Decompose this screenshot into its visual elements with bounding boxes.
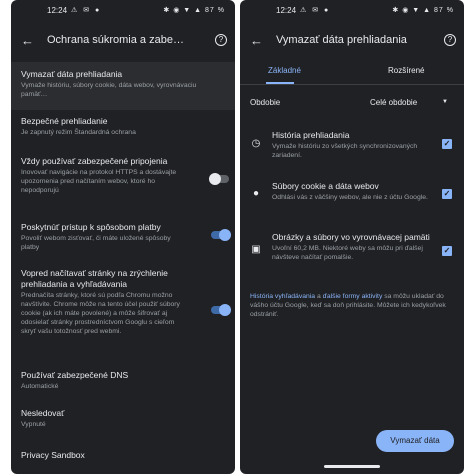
page-title: Ochrana súkromia a zabe… [47,34,184,46]
tab-advanced[interactable]: Rozšírené [388,66,424,75]
dropdown-caret-icon[interactable]: ▼ [442,99,448,105]
setting-subtitle: Vypnuté [21,421,46,428]
clear-browsing-data-screen: 12:24 ⚠ ✉ ● ✱ ◉ ▼ ▲ 87 % ← Vymazať dáta … [240,0,464,474]
privacy-settings-screen: 12:24 ⚠ ✉ ● ✱ ◉ ▼ ▲ 87 % ← Ochrana súkro… [11,0,235,474]
status-time: 12:24 [276,6,297,15]
setting-title: Vždy používať zabezpečené pripojenia [21,156,168,166]
system-icons: ✱ ◉ ▼ ▲ 87 % [163,7,225,14]
cookie-icon: ● [252,188,260,199]
app-bar: ← Ochrana súkromia a zabe… ? [11,30,235,54]
help-icon[interactable]: ? [215,34,227,46]
option-browsing-history[interactable]: História prehliadania Vymaže históriu zo… [272,130,434,160]
time-range-label: Obdobie [250,98,281,107]
status-bar: 12:24 ⚠ ✉ ● ✱ ◉ ▼ ▲ 87 % [240,4,464,18]
other-activity-link[interactable]: ďalšie formy aktivity [323,293,383,300]
setting-clear-browsing-data[interactable]: Vymazať dáta prehliadania Vymaže históri… [11,62,235,110]
setting-title: Bezpečné prehliadanie [21,116,108,126]
option-title: Obrázky a súbory vo vyrovnávacej pamäti [272,232,430,242]
setting-title: Používať zabezpečené DNS [21,370,129,380]
back-arrow-icon[interactable]: ← [250,33,263,48]
app-bar: ← Vymazať dáta prehliadania ? [240,30,464,54]
activity-notice: História vyhľadávania a ďalšie formy akt… [250,292,454,319]
setting-https-only[interactable]: Vždy používať zabezpečené pripojenia Ino… [11,156,235,195]
setting-subtitle: Automatické [21,383,59,390]
setting-title: Vopred načítavať stránky na zrýchlenie p… [21,268,168,289]
tab-basic[interactable]: Základné [268,66,301,75]
toggle-knob [219,304,231,316]
setting-subtitle: Povoliť webom zisťovať, či máte uložené … [21,235,171,251]
time-range-select[interactable]: Celé obdobie [370,98,417,107]
option-title: História prehliadania [272,130,350,140]
option-subtitle: Vymaže históriu zo všetkých synchronizov… [272,143,418,159]
https-only-toggle[interactable] [209,173,229,185]
cookies-checkbox[interactable]: ✓ [442,189,452,199]
history-clock-icon: ◷ [251,138,261,149]
option-title: Súbory cookie a dáta webov [272,181,379,191]
setting-safe-browsing[interactable]: Bezpečné prehliadanie Je zapnutý režim Š… [11,116,235,137]
setting-subtitle: Vymaže históriu, súbory cookie, dáta web… [21,82,197,98]
image-icon: ▣ [251,244,261,255]
setting-subtitle: Inovovať navigácie na protokol HTTPS a d… [21,169,177,194]
cached-images-checkbox[interactable]: ✓ [442,246,452,256]
status-bar: 12:24 ⚠ ✉ ● ✱ ◉ ▼ ▲ 87 % [11,4,235,18]
back-arrow-icon[interactable]: ← [21,33,34,48]
setting-title: Nesledovať [21,408,65,418]
system-icons: ✱ ◉ ▼ ▲ 87 % [392,7,454,14]
search-history-link[interactable]: História vyhľadávania [250,293,315,300]
option-cached-images[interactable]: Obrázky a súbory vo vyrovnávacej pamäti … [272,232,434,262]
option-subtitle: Uvoľní 60,2 MB. Niektoré weby sa môžu pr… [272,245,423,261]
browsing-history-checkbox[interactable]: ✓ [442,139,452,149]
help-icon[interactable]: ? [444,34,456,46]
option-cookies[interactable]: Súbory cookie a dáta webov Odhlási vás z… [272,181,434,202]
notification-icons: ⚠ ✉ ● [300,7,331,14]
clear-data-button[interactable]: Vymazať dáta [376,430,454,452]
setting-secure-dns[interactable]: Používať zabezpečené DNS Automatické [11,370,235,391]
notice-text: a [315,293,323,300]
page-title: Vymazať dáta prehliadania [276,34,407,46]
setting-subtitle: Je zapnutý režim Štandardná ochrana [21,129,136,136]
gesture-nav-bar[interactable] [324,465,380,468]
setting-preload-pages[interactable]: Vopred načítavať stránky na zrýchlenie p… [11,268,235,336]
setting-privacy-sandbox[interactable]: Privacy Sandbox [11,450,235,461]
setting-title: Vymazať dáta prehliadania [21,69,123,79]
preload-pages-toggle[interactable] [211,304,231,316]
tab-bar: Základné Rozšírené [240,62,464,84]
notification-icons: ⚠ ✉ ● [71,7,102,14]
toggle-knob [209,173,221,185]
toggle-knob [219,229,231,241]
setting-title: Poskytnúť prístup k spôsobom platby [21,222,161,232]
setting-payment-methods[interactable]: Poskytnúť prístup k spôsobom platby Povo… [11,222,235,252]
payment-methods-toggle[interactable] [211,229,231,241]
setting-title: Privacy Sandbox [21,450,85,460]
tab-divider [240,84,464,85]
option-subtitle: Odhlási vás z väčšiny webov, ale nie z ú… [272,194,428,201]
status-time: 12:24 [47,6,68,15]
setting-do-not-track[interactable]: Nesledovať Vypnuté [11,408,235,429]
setting-subtitle: Prednačíta stránky, ktoré sú podľa Chrom… [21,292,180,335]
